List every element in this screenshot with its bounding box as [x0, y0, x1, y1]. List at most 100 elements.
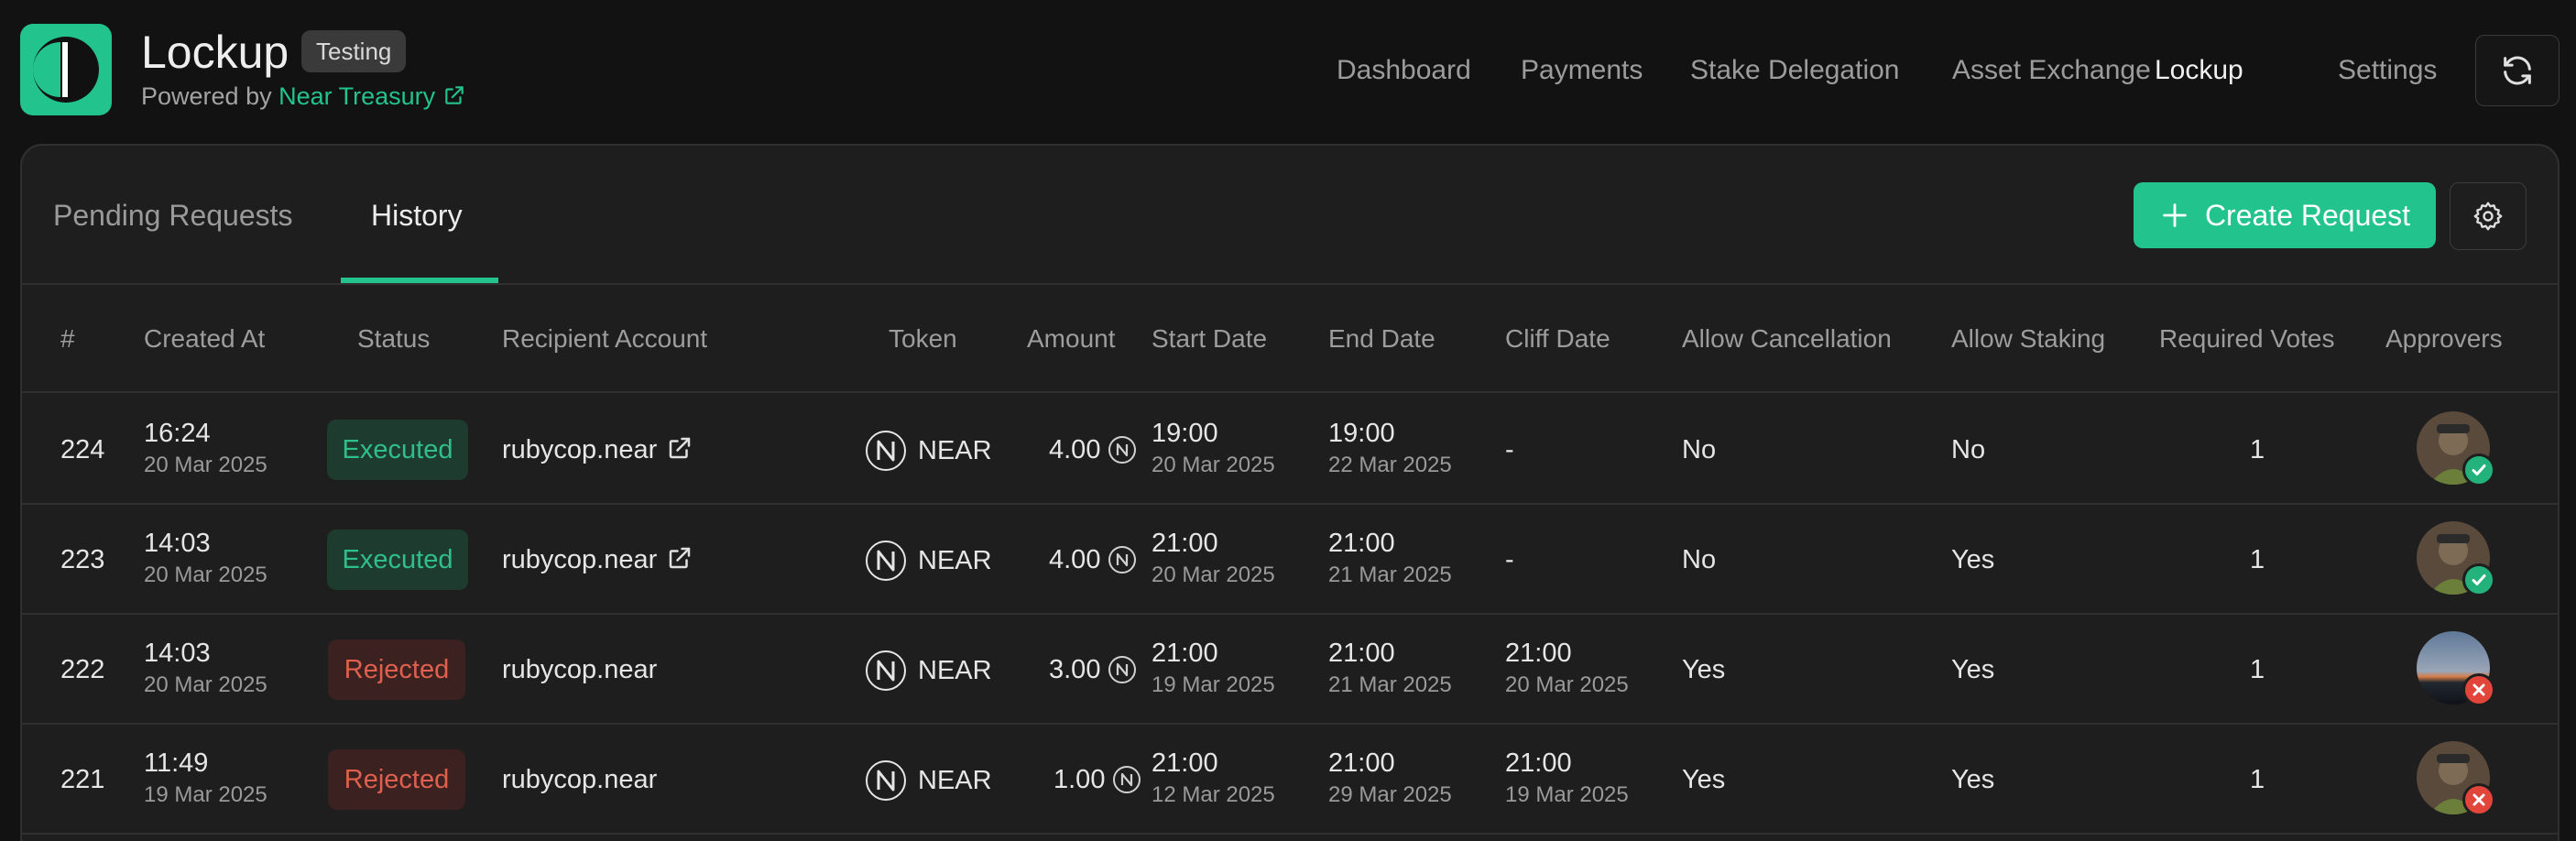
token-symbol: NEAR: [918, 545, 992, 575]
start-day: 19 Mar 2025: [1152, 672, 1275, 697]
table-row[interactable]: 222 14:03 20 Mar 2025 Rejected rubycop.n…: [22, 615, 2558, 725]
gear-icon: [2473, 202, 2503, 231]
end-day: 22 Mar 2025: [1328, 453, 1452, 477]
col-end-date: End Date: [1328, 324, 1435, 353]
near-token-icon: [866, 760, 906, 801]
col-approvers: Approvers: [2385, 324, 2503, 353]
start-date: 21:00 20 Mar 2025: [1152, 527, 1275, 589]
amount-cell: 4.00: [1049, 433, 1137, 466]
end-date: 21:00 21 Mar 2025: [1328, 637, 1452, 699]
recipient-account: rubycop.near: [502, 545, 658, 574]
col-amount: Amount: [1027, 324, 1116, 353]
start-day: 12 Mar 2025: [1152, 782, 1275, 807]
recipient-account[interactable]: rubycop.near: [502, 763, 657, 796]
created-date: 20 Mar 2025: [144, 672, 267, 697]
col-required-votes: Required Votes: [2159, 324, 2335, 353]
requests-panel: Pending Requests History Create Request …: [20, 144, 2560, 841]
powered-by: Powered by Near Treasury: [141, 81, 466, 112]
amount-cell: 3.00: [1049, 653, 1137, 686]
allow-staking: Yes: [1951, 765, 1995, 794]
col-id: #: [60, 324, 75, 353]
created-date: 20 Mar 2025: [144, 453, 267, 477]
created-date: 20 Mar 2025: [144, 562, 267, 587]
powered-by-prefix: Powered by: [141, 82, 279, 110]
amount-value: 4.00: [1049, 545, 1101, 574]
app-header: Lockup Testing Powered by Near Treasury …: [0, 0, 2576, 137]
near-treasury-link[interactable]: Near Treasury: [278, 82, 466, 110]
required-votes: 1: [2250, 765, 2265, 794]
created-time: 14:03: [144, 639, 211, 668]
end-date: 21:00 21 Mar 2025: [1328, 527, 1452, 589]
start-date: 19:00 20 Mar 2025: [1152, 417, 1275, 479]
created-date: 19 Mar 2025: [144, 782, 267, 807]
start-date: 21:00 19 Mar 2025: [1152, 637, 1275, 699]
nav-dashboard[interactable]: Dashboard: [1337, 51, 1471, 90]
nav-settings[interactable]: Settings: [2338, 51, 2437, 90]
near-token-icon: [866, 431, 906, 471]
tab-pending-requests[interactable]: Pending Requests: [53, 197, 293, 234]
start-time: 19:00: [1152, 419, 1218, 448]
created-at: 14:03 20 Mar 2025: [144, 527, 267, 589]
status-badge: Rejected: [328, 749, 465, 810]
start-day: 20 Mar 2025: [1152, 453, 1275, 477]
nav-stake-delegation[interactable]: Stake Delegation: [1690, 51, 1900, 90]
treasury-logo-icon[interactable]: [20, 24, 112, 115]
near-treasury-link-label: Near Treasury: [278, 82, 436, 110]
allow-cancellation: Yes: [1682, 765, 1726, 794]
end-time: 21:00: [1328, 639, 1395, 668]
near-token-icon: [866, 650, 906, 691]
start-time: 21:00: [1152, 748, 1218, 778]
recipient-account[interactable]: rubycop.near: [502, 653, 657, 686]
recipient-link[interactable]: rubycop.near: [502, 433, 693, 466]
required-votes: 1: [2250, 435, 2265, 464]
nav-payments[interactable]: Payments: [1521, 51, 1643, 90]
refresh-icon: [2504, 56, 2531, 85]
token-symbol: NEAR: [918, 655, 992, 685]
status-badge: Executed: [327, 530, 468, 590]
allow-staking: Yes: [1951, 655, 1995, 684]
created-at: 16:24 20 Mar 2025: [144, 417, 267, 479]
cliff-time: 21:00: [1505, 748, 1572, 778]
token-symbol: NEAR: [918, 435, 992, 465]
create-request-button[interactable]: Create Request: [2134, 182, 2436, 248]
col-status: Status: [357, 324, 431, 353]
row-id: 223: [60, 545, 105, 574]
app-title: Lockup: [141, 27, 289, 78]
token-cell: NEAR: [865, 540, 992, 582]
row-id: 222: [60, 655, 105, 684]
rejected-x-icon: [2462, 673, 2495, 706]
cliff-time: 21:00: [1505, 639, 1572, 668]
tab-history[interactable]: History: [371, 197, 463, 234]
nav-lockup[interactable]: Lockup: [2155, 51, 2243, 90]
amount-value: 3.00: [1049, 655, 1101, 684]
near-token-icon: [866, 541, 906, 581]
rejected-x-icon: [2462, 783, 2495, 816]
table-header: # Created At Status Recipient Account To…: [22, 285, 2558, 393]
approved-check-icon: [2462, 453, 2495, 486]
amount-cell: 1.00: [1053, 763, 1141, 796]
table-settings-button[interactable]: [2450, 182, 2527, 250]
approved-check-icon: [2462, 563, 2495, 596]
refresh-button[interactable]: [2475, 35, 2560, 106]
allow-cancellation: No: [1682, 545, 1717, 574]
cliff-date: 21:00 19 Mar 2025: [1505, 747, 1629, 809]
col-start-date: Start Date: [1152, 324, 1268, 353]
col-recipient: Recipient Account: [502, 324, 708, 353]
col-token: Token: [889, 324, 957, 353]
table-row[interactable]: 224 16:24 20 Mar 2025 Executed rubycop.n…: [22, 395, 2558, 505]
end-day: 21 Mar 2025: [1328, 672, 1452, 697]
start-date: 21:00 12 Mar 2025: [1152, 747, 1275, 809]
end-day: 21 Mar 2025: [1328, 562, 1452, 587]
external-link-icon: [670, 437, 691, 459]
environment-badge: Testing: [301, 30, 407, 72]
external-link-icon: [445, 86, 464, 104]
table-row[interactable]: 221 11:49 19 Mar 2025 Rejected rubycop.n…: [22, 725, 2558, 835]
required-votes: 1: [2250, 655, 2265, 684]
created-time: 11:49: [144, 748, 209, 778]
table-row[interactable]: 223 14:03 20 Mar 2025 Executed rubycop.n…: [22, 505, 2558, 615]
cliff-date: -: [1505, 545, 1514, 574]
nav-asset-exchange[interactable]: Asset Exchange: [1952, 51, 2151, 90]
amount-value: 1.00: [1053, 765, 1106, 794]
token-symbol: NEAR: [918, 765, 992, 795]
recipient-link[interactable]: rubycop.near: [502, 543, 693, 576]
